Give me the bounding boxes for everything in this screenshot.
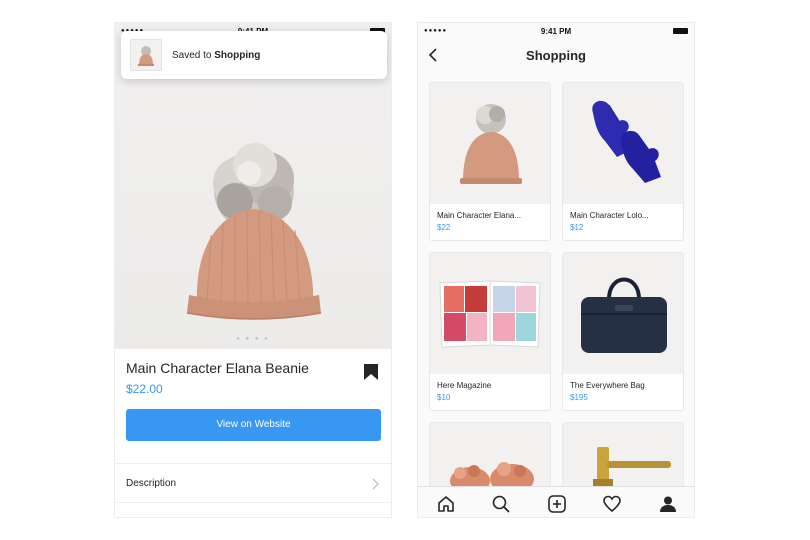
status-time: 9:41 PM [540, 27, 572, 36]
magazine-icon [439, 280, 541, 348]
status-bar: ●●●●● 9:41 PM [418, 23, 694, 41]
description-label: Description [126, 478, 177, 489]
product-card-image [563, 253, 683, 374]
product-card-price: $22 [437, 223, 451, 232]
page-title: Shopping [526, 48, 586, 63]
product-card-name: The Everywhere Bag [570, 381, 645, 390]
toast-collection[interactable]: Shopping [214, 50, 260, 61]
saved-toast[interactable]: Saved to Shopping [121, 31, 387, 79]
battery-icon [673, 28, 688, 34]
bottom-tab-bar [418, 486, 694, 517]
product-card[interactable]: Main Character Lolo... $12 [562, 82, 684, 241]
bookmark-icon[interactable] [363, 363, 379, 381]
product-card-price: $195 [570, 393, 588, 402]
heart-icon[interactable] [602, 494, 622, 514]
description-row[interactable]: Description [115, 463, 391, 503]
product-card[interactable]: Main Character Elana... $22 [429, 82, 551, 241]
beanie-icon [460, 104, 522, 184]
search-icon[interactable] [491, 494, 511, 514]
product-card-price: $10 [437, 393, 451, 402]
product-detail-screen: ● ● ● ● ●●●●● 9:41 PM Saved to Shopping … [114, 22, 392, 518]
navigation-bar: Shopping [418, 41, 694, 71]
profile-icon[interactable] [658, 494, 678, 514]
product-card-image [430, 83, 550, 204]
product-price: $22.00 [126, 382, 163, 396]
toast-thumbnail [130, 39, 162, 71]
toast-prefix: Saved to [172, 50, 215, 61]
product-card-name: Main Character Elana... [437, 211, 522, 220]
product-info: Main Character Elana Beanie $22.00 View … [115, 349, 391, 517]
view-on-website-button[interactable]: View on Website [126, 409, 381, 441]
toast-message: Saved to Shopping [172, 50, 260, 61]
carousel-dots: ● ● ● ● [236, 336, 270, 342]
product-title: Main Character Elana Beanie [126, 360, 309, 376]
product-card-name: Here Magazine [437, 381, 492, 390]
product-card[interactable]: Here Magazine $10 [429, 252, 551, 411]
shopping-collection-screen: ●●●●● 9:41 PM Shopping Main Character El… [417, 22, 695, 518]
chevron-right-icon [372, 478, 379, 490]
product-card-name: Main Character Lolo... [570, 211, 649, 220]
product-card[interactable]: The Everywhere Bag $195 [562, 252, 684, 411]
product-card-image [430, 253, 550, 374]
mittens-icon [592, 100, 661, 183]
duffel-bag-icon [581, 277, 667, 353]
product-card-image [563, 83, 683, 204]
home-icon[interactable] [436, 494, 456, 514]
add-icon[interactable] [547, 494, 567, 514]
beanie-thumbnail-icon [138, 46, 154, 66]
product-card-price: $12 [570, 223, 584, 232]
